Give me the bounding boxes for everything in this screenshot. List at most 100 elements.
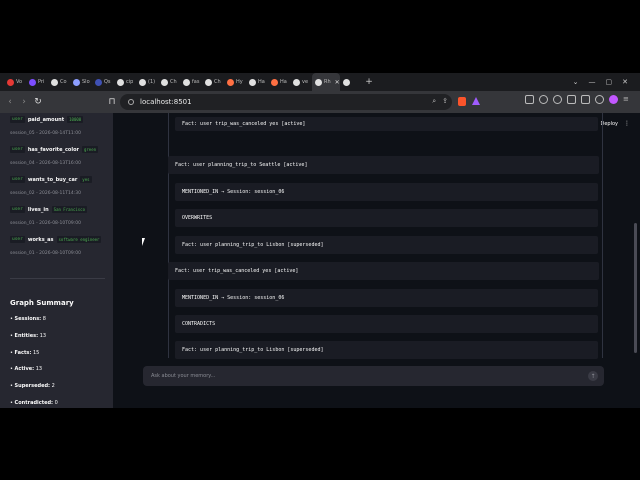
browser-tab[interactable]: Hy: [224, 73, 246, 91]
address-bar[interactable]: localhost:8501 ⌕ ⇪: [120, 94, 452, 110]
graph-stat: • Contradicted: 0: [10, 400, 58, 406]
chat-placeholder: Ask about your memory...: [151, 373, 216, 379]
tab-favicon-icon: [205, 78, 212, 86]
memory-value: yes: [80, 176, 92, 183]
tab-favicon-icon: [271, 78, 278, 86]
minimize-icon[interactable]: —: [589, 78, 596, 86]
graph-row: CONTRADICTS: [175, 315, 598, 333]
tab-title: Hy: [236, 79, 243, 85]
share-icon[interactable]: ⇪: [442, 97, 448, 106]
tab-title: ve: [302, 79, 309, 85]
tab-title: (1): [148, 79, 156, 85]
tab-favicon-icon: [117, 78, 124, 86]
graph-row: Fact: user trip_was_canceled yes [active…: [168, 262, 599, 280]
vpn-icon[interactable]: [595, 95, 604, 104]
profile-avatar[interactable]: [609, 95, 618, 104]
wallet-icon[interactable]: [581, 95, 590, 104]
memory-session: session_04 - 2026-08-13T16:00: [10, 161, 81, 166]
main-menu-icon[interactable]: ⋮: [624, 120, 630, 127]
browser-tab[interactable]: Pri: [26, 73, 48, 91]
browser-tab[interactable]: Vo: [4, 73, 26, 91]
tab-favicon-icon: [343, 78, 350, 86]
memory-key: has_favorite_color: [27, 146, 79, 153]
bookmark-icon[interactable]: ⊓: [105, 97, 119, 107]
send-icon[interactable]: ↑: [588, 371, 598, 381]
memory-key: lives_in: [27, 206, 49, 213]
tab-title: Ch: [214, 79, 221, 85]
browser-tab[interactable]: Slo: [70, 73, 92, 91]
browser-tab[interactable]: ve: [290, 73, 312, 91]
sidebar: Graph Summary user paid_amount 10000 sessio…: [0, 113, 113, 408]
graph-stat: • Sessions: 8: [10, 316, 46, 322]
tree-line: [168, 113, 169, 358]
tab-favicon-icon: [183, 78, 190, 86]
browser-tab[interactable]: Ha: [246, 73, 268, 91]
site-info-icon[interactable]: [128, 99, 134, 105]
extension-icon[interactable]: [525, 95, 534, 104]
forward-icon[interactable]: ›: [17, 97, 31, 107]
zoom-icon[interactable]: ⌕: [432, 97, 436, 106]
brave-rewards-icon[interactable]: [472, 97, 480, 105]
tab-search-icon[interactable]: ⌄: [573, 78, 579, 86]
browser-tab[interactable]: Co: [48, 73, 70, 91]
browser-tab[interactable]: Qs: [92, 73, 114, 91]
memory-item: user works_as software engineer: [10, 236, 102, 243]
extension-icon[interactable]: [553, 95, 562, 104]
memory-key: paid_amount: [27, 116, 65, 123]
window-controls: ⌄ — ▢ ✕: [573, 73, 640, 91]
stat-value: 8: [42, 316, 46, 322]
tab-title: Ha: [258, 79, 265, 85]
tab-title: Co: [60, 79, 67, 85]
tab-favicon-icon: [293, 78, 300, 86]
scrollbar[interactable]: [634, 223, 637, 353]
tab-favicon-icon: [227, 78, 234, 86]
close-window-icon[interactable]: ✕: [622, 78, 628, 86]
deploy-button[interactable]: Deploy: [600, 121, 618, 127]
tab-favicon-icon: [249, 78, 256, 86]
browser-tab[interactable]: (1): [136, 73, 158, 91]
maximize-icon[interactable]: ▢: [606, 78, 613, 86]
browser-tab[interactable]: cip: [114, 73, 136, 91]
extension-icon[interactable]: [539, 95, 548, 104]
stat-value: 2: [51, 383, 55, 390]
browser-tab[interactable]: Ch: [158, 73, 180, 91]
memory-item: user lives_in San Francisco: [10, 206, 87, 213]
close-tab-icon[interactable]: ✕: [335, 79, 340, 86]
graph-stat: • Entities: 13: [10, 332, 47, 339]
browser-tab[interactable]: [340, 73, 362, 91]
tab-title: Rh: [324, 79, 331, 85]
brave-shield-icon[interactable]: [458, 97, 466, 106]
tab-favicon-icon: [315, 78, 322, 86]
graph-row: Fact: user planning_trip_to Lisbon [supe…: [175, 236, 598, 254]
stat-value: 13: [39, 332, 47, 339]
reload-icon[interactable]: ↻: [31, 97, 45, 107]
graph-stat: • Active: 13: [10, 366, 43, 373]
tab-title: Qs: [104, 79, 111, 85]
sidebar-toggle-icon[interactable]: [567, 95, 576, 104]
memory-subject: user: [10, 206, 25, 213]
memory-key: works_as: [27, 236, 54, 243]
tab-title: cip: [126, 79, 134, 85]
back-icon[interactable]: ‹: [3, 97, 17, 107]
tab-title: fas: [192, 79, 200, 85]
browser-tab[interactable]: Ha: [268, 73, 290, 91]
graph-summary-title: Graph Summary: [10, 299, 74, 307]
menu-icon[interactable]: ≡: [623, 95, 632, 104]
graph-stat: • Superseded: 2: [10, 383, 55, 390]
browser-tab[interactable]: Rh ✕: [312, 73, 340, 91]
tab-title: Vo: [16, 79, 23, 85]
browser-tab[interactable]: fas: [180, 73, 202, 91]
stat-value: 13: [35, 366, 43, 373]
browser-tab[interactable]: Ch: [202, 73, 224, 91]
main-content: Deploy ⋮ Ask about your memory... ↑ Fact…: [113, 113, 640, 408]
memory-session: session_05 - 2026-08-14T11:00: [10, 131, 81, 136]
graph-row: Fact: user planning_trip_to Lisbon [supe…: [175, 341, 598, 359]
chat-input[interactable]: Ask about your memory... ↑: [143, 366, 604, 386]
url-text: localhost:8501: [140, 98, 192, 106]
tab-title: Ch: [170, 79, 177, 85]
stat-label: Active:: [14, 366, 35, 373]
memory-session: session_01 - 2026-08-10T09:00: [10, 221, 81, 226]
new-tab-button[interactable]: +: [362, 77, 376, 87]
memory-subject: user: [10, 176, 25, 183]
graph-row: MENTIONED_IN → Session: session_06: [175, 289, 598, 307]
